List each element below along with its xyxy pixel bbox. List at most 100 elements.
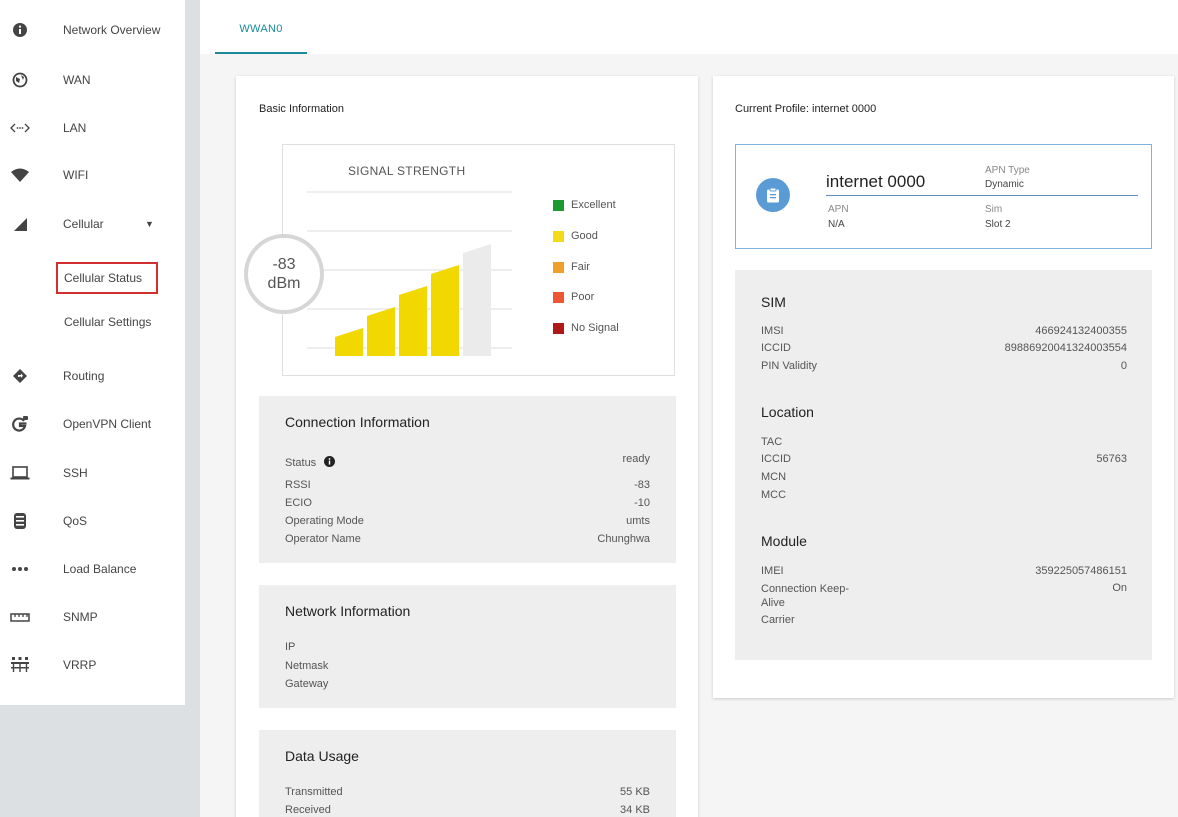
current-profile-title: Current Profile: internet 0000 [735, 103, 877, 115]
location-iccid-value: 56763 [1096, 453, 1127, 465]
tab-wwan0[interactable]: WWAN0 [215, 0, 307, 54]
status-info-icon[interactable] [324, 454, 335, 472]
sidebar-item-lan[interactable]: LAN [0, 108, 185, 148]
status-value: ready [622, 453, 650, 465]
sidebar-item-label: LAN [63, 121, 87, 135]
dots-icon [10, 559, 30, 579]
operating-mode-value: umts [626, 515, 650, 527]
pin-validity-value: 0 [1120, 360, 1127, 372]
sidebar-item-label: Cellular Settings [64, 315, 152, 329]
operator-name-label: Operator Name [285, 533, 361, 545]
ip-label: IP [285, 641, 296, 653]
legend-poor: Poor [553, 290, 594, 304]
module-title: Module [761, 533, 807, 549]
gateway-label: Gateway [285, 678, 329, 690]
legend-fair: Fair [553, 260, 590, 274]
apn-type-label: APN Type [985, 165, 1030, 176]
sidebar-item-label: WIFI [63, 168, 89, 182]
basic-information-title: Basic Information [259, 103, 344, 115]
received-value: 34 KB [620, 804, 650, 816]
sidebar-item-label: Cellular [63, 217, 104, 231]
sidebar-item-network-overview[interactable]: Network Overview [0, 10, 185, 50]
rssi-gauge: -83 dBm [244, 234, 324, 314]
location-iccid-label: ICCID [761, 453, 791, 465]
legend-swatch [553, 230, 564, 242]
sidebar-item-openvpn-client[interactable]: OpenVPN Client [0, 404, 185, 444]
legend-label: Good [571, 230, 598, 242]
legend-label: No Signal [571, 322, 619, 334]
active-item-highlight [56, 262, 158, 294]
legend-excellent: Excellent [553, 198, 616, 212]
vpn-icon [10, 414, 30, 434]
mcc-label: MCC [761, 489, 787, 501]
iccid-label: ICCID [761, 342, 791, 354]
snmp-ruler-icon [10, 607, 30, 627]
legend-swatch [553, 261, 564, 273]
carrier-label: Carrier [761, 614, 795, 626]
sim-title: SIM [761, 294, 786, 310]
info-icon [10, 20, 30, 40]
ecio-value: -10 [634, 497, 650, 509]
transmitted-label: Transmitted [285, 786, 343, 798]
apn-value: N/A [828, 219, 845, 230]
imsi-label: IMSI [761, 325, 784, 337]
ecio-label: ECIO [285, 497, 312, 509]
legend-label: Excellent [571, 199, 616, 211]
connection-keep-alive-value: On [1112, 582, 1127, 594]
operator-name-value: Chunghwa [597, 533, 650, 545]
sidebar-item-load-balance[interactable]: Load Balance [0, 549, 185, 589]
location-title: Location [761, 404, 814, 420]
qos-icon [10, 511, 30, 531]
signal-icon [10, 214, 30, 234]
sidebar-item-label: Routing [63, 369, 105, 383]
transmitted-value: 55 KB [620, 786, 650, 798]
tab-bar: WWAN0 [200, 0, 1178, 54]
sidebar-item-cellular-settings[interactable]: Cellular Settings [0, 302, 185, 342]
rssi-label: RSSI [285, 479, 311, 491]
network-information-title: Network Information [285, 603, 411, 619]
signal-bar [399, 286, 427, 356]
legend-good: Good [553, 229, 598, 243]
sidebar-item-label: WAN [63, 73, 91, 87]
apn-label: APN [828, 204, 849, 215]
legend-swatch [553, 322, 564, 334]
sidebar-item-label: Network Overview [63, 23, 161, 37]
legend-label: Poor [571, 291, 595, 303]
signal-bar [431, 265, 459, 356]
rssi-unit: dBm [267, 275, 301, 292]
sidebar: Network Overview WAN LAN WIFI Cellular ▼… [0, 0, 185, 705]
sim-slot-value: Slot 2 [985, 219, 1011, 230]
sidebar-item-cellular[interactable]: Cellular ▼ [0, 204, 185, 244]
apn-type-value: Dynamic [985, 179, 1024, 190]
profile-summary[interactable] [735, 144, 1152, 249]
imei-value: 359225057486151 [1035, 565, 1127, 577]
legend-no-signal: No Signal [553, 321, 619, 335]
netmask-label: Netmask [285, 660, 329, 672]
sidebar-item-vrrp[interactable]: VRRP [0, 645, 185, 685]
iccid-value: 89886920041324003554 [1004, 342, 1127, 354]
data-usage-title: Data Usage [285, 748, 359, 764]
tab-label: WWAN0 [239, 23, 283, 35]
sidebar-item-snmp[interactable]: SNMP [0, 597, 185, 637]
imei-label: IMEI [761, 565, 784, 577]
sidebar-item-routing[interactable]: Routing [0, 356, 185, 396]
rssi-row-value: -83 [634, 479, 650, 491]
tab-active-indicator [215, 52, 307, 54]
sidebar-item-label: VRRP [63, 658, 97, 672]
code-arrows-icon [10, 118, 30, 138]
received-label: Received [285, 804, 331, 816]
pin-validity-label: PIN Validity [761, 360, 818, 372]
sidebar-item-wan[interactable]: WAN [0, 60, 185, 100]
sidebar-item-ssh[interactable]: SSH [0, 453, 185, 493]
tac-label: TAC [761, 436, 783, 448]
sidebar-item-label: QoS [63, 514, 88, 528]
profile-name: internet 0000 [826, 172, 926, 191]
connection-keep-alive-label: Connection Keep-Alive [761, 583, 850, 609]
sidebar-item-wifi[interactable]: WIFI [0, 155, 185, 195]
status-label: Status [285, 457, 317, 469]
legend-label: Fair [571, 261, 590, 273]
legend-swatch [553, 199, 564, 211]
legend-swatch [553, 291, 564, 303]
globe-icon [10, 70, 30, 90]
sidebar-item-qos[interactable]: QoS [0, 501, 185, 541]
